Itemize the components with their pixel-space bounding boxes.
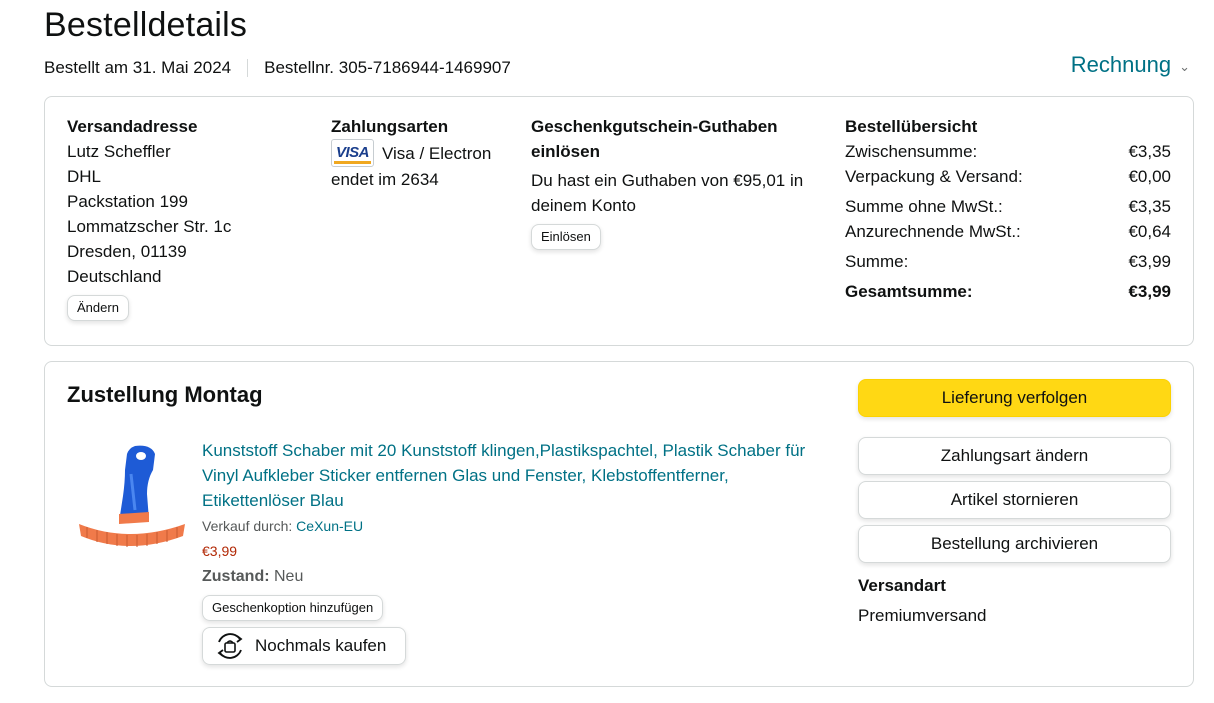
shipping-address-heading: Versandadresse bbox=[67, 117, 198, 136]
scraper-product-icon bbox=[79, 445, 185, 547]
payment-heading: Zahlungsarten bbox=[331, 117, 449, 136]
payment-section: Zahlungsarten VISA Visa / Electron endet… bbox=[331, 114, 511, 192]
payment-method: VISA Visa / Electron bbox=[331, 139, 511, 167]
shipping-method-value: Premiumversand bbox=[858, 606, 987, 625]
summary-label: Summe: bbox=[845, 252, 909, 271]
buy-again-icon bbox=[217, 633, 243, 659]
summary-row: Summe: €3,99 bbox=[845, 249, 1171, 274]
summary-row: Zwischensumme: €3,35 bbox=[845, 139, 1171, 164]
product-title-link[interactable]: Kunststoff Schaber mit 20 Kunststoff kli… bbox=[202, 438, 822, 513]
gift-card-heading: Geschenkgutschein-Guthaben einlösen bbox=[531, 117, 778, 161]
order-summary-heading: Bestellübersicht bbox=[845, 117, 978, 136]
summary-value: €0,64 bbox=[1128, 222, 1171, 241]
visa-logo-icon: VISA bbox=[331, 139, 374, 167]
condition-value: Neu bbox=[274, 568, 304, 585]
product-condition: Zustand: Neu bbox=[202, 565, 822, 589]
change-payment-button[interactable]: Zahlungsart ändern bbox=[858, 437, 1171, 475]
summary-row: Summe ohne MwSt.: €3,35 bbox=[845, 194, 1171, 219]
product-image[interactable] bbox=[73, 444, 187, 554]
summary-value: €3,35 bbox=[1128, 197, 1171, 216]
add-gift-option-button[interactable]: Geschenkoption hinzufügen bbox=[202, 595, 384, 621]
order-date: Bestellt am 31. Mai 2024 bbox=[44, 58, 232, 77]
buy-again-label: Nochmals kaufen bbox=[255, 636, 387, 655]
card-ending: endet im 2634 bbox=[331, 170, 439, 189]
seller-link[interactable]: CeXun-EU bbox=[296, 518, 363, 534]
product-info: Kunststoff Schaber mit 20 Kunststoff kli… bbox=[202, 438, 822, 665]
archive-order-button[interactable]: Bestellung archivieren bbox=[858, 525, 1171, 563]
summary-row: Anzurechnende MwSt.: €0,64 bbox=[845, 219, 1171, 244]
order-actions: Lieferung verfolgen Zahlungsart ändern A… bbox=[858, 379, 1171, 628]
gift-card-section: Geschenkgutschein-Guthaben einlösen Du h… bbox=[531, 114, 826, 250]
change-address-button[interactable]: Ändern bbox=[67, 295, 129, 321]
delivery-card: Zustellung Montag Kunststoff Schaber mit… bbox=[44, 361, 1194, 687]
summary-label: Verpackung & Versand: bbox=[845, 167, 1023, 186]
gift-balance-text: Du hast ein Guthaben von €95,01 in deine… bbox=[531, 171, 804, 215]
order-number: Bestellnr. 305-7186944-1469907 bbox=[264, 58, 511, 77]
delivery-title: Zustellung Montag bbox=[67, 382, 263, 407]
card-name: Visa / Electron bbox=[382, 143, 492, 163]
order-info-card: Versandadresse Lutz Scheffler DHL Packst… bbox=[44, 96, 1194, 346]
summary-row: Verpackung & Versand: €0,00 bbox=[845, 164, 1171, 189]
address-line: DHL bbox=[67, 167, 102, 186]
summary-label: Summe ohne MwSt.: bbox=[845, 197, 1003, 216]
summary-value: €0,00 bbox=[1128, 167, 1171, 186]
track-delivery-button[interactable]: Lieferung verfolgen bbox=[858, 379, 1171, 417]
shipping-method-heading: Versandart bbox=[858, 576, 946, 595]
summary-label: Anzurechnende MwSt.: bbox=[845, 222, 1021, 241]
address-line: Packstation 199 bbox=[67, 192, 188, 211]
order-meta: Bestellt am 31. Mai 2024 Bestellnr. 305-… bbox=[44, 58, 511, 78]
summary-total-row: Gesamtsumme: €3,99 bbox=[845, 279, 1171, 304]
product-price: €3,99 bbox=[202, 543, 238, 559]
summary-total-label: Gesamtsumme: bbox=[845, 282, 973, 301]
invoice-label: Rechnung bbox=[1070, 52, 1172, 77]
address-line: Lommatzscher Str. 1c bbox=[67, 217, 232, 236]
order-summary-section: Bestellübersicht Zwischensumme: €3,35 Ve… bbox=[845, 114, 1171, 304]
summary-value: €3,99 bbox=[1128, 252, 1171, 271]
page-title: Bestelldetails bbox=[44, 6, 248, 44]
condition-label: Zustand: bbox=[202, 568, 270, 585]
meta-divider bbox=[247, 59, 249, 77]
address-line: Deutschland bbox=[67, 267, 162, 286]
buy-again-button[interactable]: Nochmals kaufen bbox=[202, 627, 406, 665]
summary-value: €3,35 bbox=[1128, 142, 1171, 161]
invoice-dropdown[interactable]: Rechnung ⌄ bbox=[1071, 52, 1190, 78]
seller-line: Verkauf durch: CeXun-EU bbox=[202, 516, 822, 536]
summary-label: Zwischensumme: bbox=[845, 142, 978, 161]
chevron-down-icon: ⌄ bbox=[1179, 59, 1190, 74]
summary-total-value: €3,99 bbox=[1128, 282, 1171, 301]
redeem-button[interactable]: Einlösen bbox=[531, 224, 601, 250]
shipping-address-section: Versandadresse Lutz Scheffler DHL Packst… bbox=[67, 114, 297, 321]
sold-by-label: Verkauf durch: bbox=[202, 518, 293, 534]
address-line: Dresden, 01139 bbox=[67, 242, 187, 261]
cancel-item-button[interactable]: Artikel stornieren bbox=[858, 481, 1171, 519]
address-line: Lutz Scheffler bbox=[67, 142, 171, 161]
